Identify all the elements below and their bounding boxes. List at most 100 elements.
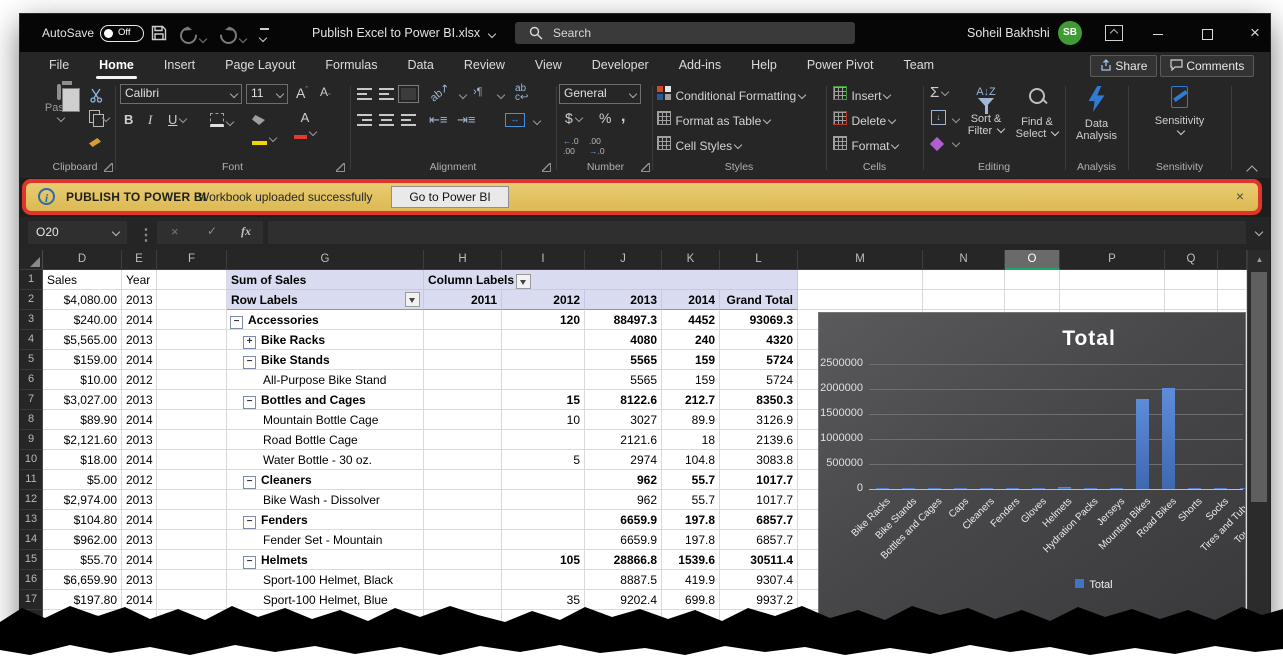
pivot-row-label[interactable]: − Cleaners — [227, 470, 424, 490]
grid-cell[interactable]: 240 — [662, 330, 720, 350]
grid-cell[interactable] — [122, 610, 157, 630]
data-analysis-button[interactable]: Data Analysis — [1068, 86, 1125, 142]
enter-button[interactable]: ✓ — [207, 224, 217, 238]
grid-cell[interactable]: $55.70 — [43, 550, 122, 570]
grid-cell[interactable] — [424, 350, 502, 370]
pivot-column-labels-cell[interactable]: Column Labels — [424, 270, 798, 290]
grid-cell[interactable] — [157, 610, 227, 630]
grid-cell[interactable] — [424, 330, 502, 350]
grid-cell[interactable]: 2014 — [122, 550, 157, 570]
grid-cell[interactable] — [424, 310, 502, 330]
grid-cell[interactable] — [424, 390, 502, 410]
grid-cell[interactable]: 419.9 — [662, 570, 720, 590]
top-align-icon[interactable] — [357, 88, 372, 100]
grid-cell[interactable] — [157, 590, 227, 610]
row-header-17[interactable]: 17 — [20, 590, 43, 610]
collapse-icon[interactable]: − — [243, 556, 256, 569]
tab-data[interactable]: Data — [392, 52, 448, 80]
grid-cell[interactable]: 15 — [502, 390, 585, 410]
grid-cell[interactable]: 159 — [662, 370, 720, 390]
grid-cell[interactable]: 10 — [502, 410, 585, 430]
tab-insert[interactable]: Insert — [149, 52, 210, 80]
grid-cell[interactable]: $104.80 — [43, 510, 122, 530]
close-button[interactable]: × — [1238, 14, 1272, 52]
collapse-icon[interactable]: − — [243, 476, 256, 489]
pivot-row-label[interactable]: Mountain Bottle Cage — [227, 410, 424, 430]
grid-cell[interactable]: 104.8 — [662, 450, 720, 470]
grid-cell[interactable]: 1539.6 — [662, 550, 720, 570]
grid-cell[interactable]: 5565 — [585, 370, 662, 390]
orientation-button[interactable]: ab↗ — [427, 81, 452, 104]
grid-cell[interactable] — [157, 330, 227, 350]
number-format-combo[interactable]: General — [559, 84, 641, 104]
grid-cell[interactable]: 4452 — [662, 310, 720, 330]
wrap-text-button[interactable]: ab c↩ — [515, 84, 528, 103]
tab-formulas[interactable]: Formulas — [310, 52, 392, 80]
search-input[interactable]: Search — [515, 22, 855, 44]
grid-cell[interactable]: $4,080.00 — [43, 290, 122, 310]
grid-cell[interactable]: 89.9 — [662, 410, 720, 430]
insert-cells-button[interactable]: Insert — [833, 86, 892, 105]
grid-cell[interactable] — [923, 270, 1005, 290]
row-header-5[interactable]: 5 — [20, 350, 43, 370]
grid-cell[interactable]: 9937.2 — [720, 590, 798, 610]
maximize-button[interactable] — [1190, 14, 1224, 52]
grid-cell[interactable]: $2,974.00 — [43, 490, 122, 510]
grid-cell[interactable] — [157, 270, 227, 290]
tab-review[interactable]: Review — [449, 52, 520, 80]
grid-cell[interactable]: 2014 — [122, 590, 157, 610]
grid-cell[interactable] — [157, 510, 227, 530]
percent-style-button[interactable]: % — [599, 110, 611, 126]
row-header-6[interactable]: 6 — [20, 370, 43, 390]
pivot-year-header[interactable]: 2013 — [585, 290, 662, 310]
grid-cell[interactable]: Sales — [43, 270, 122, 290]
grid-cell[interactable]: 2014 — [122, 450, 157, 470]
pivot-row-label[interactable]: − Bike Stands — [227, 350, 424, 370]
tab-home[interactable]: Home — [84, 52, 149, 80]
delete-cells-button[interactable]: Delete — [833, 111, 897, 130]
sensitivity-button[interactable]: Sensitivity — [1131, 86, 1228, 139]
grid-cell[interactable] — [424, 470, 502, 490]
grid-cell[interactable]: 10776 — [585, 610, 662, 630]
font-name-combo[interactable]: Calibri — [120, 84, 242, 104]
pivot-title-cell[interactable]: Sum of Sales — [227, 270, 424, 290]
fill-color-button[interactable] — [252, 112, 278, 148]
grid-cell[interactable]: $5.00 — [43, 470, 122, 490]
grid-cell[interactable] — [798, 270, 923, 290]
row-header-3[interactable]: 3 — [20, 310, 43, 330]
row-header-16[interactable]: 16 — [20, 570, 43, 590]
tab-page-layout[interactable]: Page Layout — [210, 52, 310, 80]
pivot-row-label[interactable]: Water Bottle - 30 oz. — [227, 450, 424, 470]
decrease-decimal-button[interactable]: .00 →.0 — [589, 136, 605, 156]
grid-cell[interactable]: 2121.6 — [585, 430, 662, 450]
grid-cell[interactable] — [157, 290, 227, 310]
align-left-icon[interactable] — [357, 114, 372, 126]
row-header-15[interactable]: 15 — [20, 550, 43, 570]
grid-cell[interactable]: $962.00 — [43, 530, 122, 550]
grid-cell[interactable]: $2,121.60 — [43, 430, 122, 450]
grid-cell[interactable]: 5724 — [720, 370, 798, 390]
grid-cell[interactable]: 120 — [502, 310, 585, 330]
collapse-icon[interactable]: − — [243, 356, 256, 369]
grid-cell[interactable]: $5,565.00 — [43, 330, 122, 350]
pivot-year-header[interactable]: 2012 — [502, 290, 585, 310]
cut-icon[interactable] — [89, 88, 104, 103]
column-labels-filter-button[interactable] — [516, 274, 532, 289]
grid-cell[interactable]: 2974 — [585, 450, 662, 470]
text-direction-button[interactable]: ›¶ — [473, 86, 483, 98]
increase-indent-icon[interactable]: ⇥≡ — [457, 112, 475, 128]
grid-cell[interactable] — [1218, 290, 1247, 310]
accounting-format-button[interactable]: $ — [565, 110, 584, 126]
grid-cell[interactable] — [1060, 270, 1165, 290]
row-labels-filter-button[interactable] — [405, 292, 420, 307]
grid-cell[interactable] — [1005, 270, 1060, 290]
grid-cell[interactable]: 55.7 — [662, 470, 720, 490]
grid-cell[interactable] — [157, 370, 227, 390]
format-painter-button[interactable] — [89, 134, 101, 152]
autosum-button[interactable]: Σ — [930, 84, 950, 101]
grid-cell[interactable] — [1218, 270, 1247, 290]
grid-cell[interactable] — [424, 530, 502, 550]
grid-cell[interactable]: 1017.7 — [720, 470, 798, 490]
tab-team[interactable]: Team — [889, 52, 950, 80]
grid-cell[interactable] — [227, 610, 424, 630]
